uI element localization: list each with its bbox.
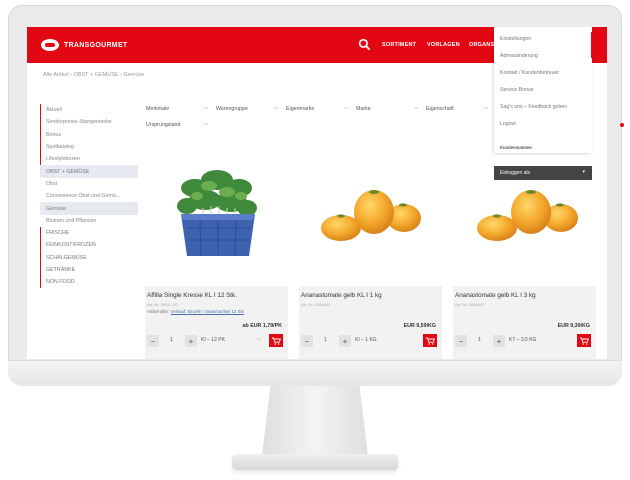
product-price: EUR 9,39/KG [557, 323, 590, 329]
product-info: Ananastomate gelb KL I 3 kg Art.-Nr. 208… [453, 286, 596, 359]
product-article-number: Art.-Nr. 2603 / 00 [147, 302, 178, 307]
sidebar-item-feinkost[interactable]: FEINKOST/FROZEN [40, 239, 138, 252]
product-info: Affilla Single Kresse KL I 12 Stk. Art.-… [145, 286, 288, 359]
filter-marke[interactable]: Marke ⌵ [356, 103, 418, 115]
filter-warengruppe[interactable]: Warengruppe ⌵ [216, 103, 278, 115]
quantity-row: − 1 + KT – 3,5 KG [453, 333, 596, 349]
nav-sortiment[interactable]: SORTIMENT [382, 42, 416, 48]
filter-label: Eigenmarke [286, 106, 315, 112]
account-dropdown: Einstellungen Adressänderung Kontakt / K… [494, 27, 593, 153]
breadcrumb[interactable]: Alle Artikel › OBST + GEMÜSE › Gemüse [43, 72, 144, 78]
menu-item-einstellungen[interactable]: Einstellungen [500, 36, 531, 42]
filter-label: Warengruppe [216, 106, 248, 112]
filter-label: Ursprungsland [146, 122, 181, 128]
search-icon[interactable] [358, 38, 371, 51]
filter-eigenmarke[interactable]: Eigenmarke ⌵ [286, 103, 348, 115]
sidebar-item-schaelgemuese[interactable]: SCHÄLGEMÜSE [40, 251, 138, 264]
product-note-link[interactable]: Verkauf: Einzeln / Stammartikel 12 Stk [171, 309, 244, 314]
sidebar-item-spotkatalog[interactable]: Spotkatalog [40, 140, 138, 154]
sidebar-item-getraenke[interactable]: GETRÄNKE [40, 263, 138, 277]
sidebar-item-frische[interactable]: FRISCHE [40, 226, 138, 240]
unit-select[interactable]: KI – 1 KG [355, 337, 377, 343]
product-info: Ananastomate gelb KL I 1 kg Art.-Nr. 208… [299, 286, 442, 359]
product-image[interactable] [145, 148, 288, 286]
sidebar-item-non-food[interactable]: NON FOOD [40, 276, 138, 289]
unit-select[interactable]: KT – 3,5 KG [509, 337, 536, 343]
product-card[interactable]: Affilla Single Kresse KL I 12 Stk. Art.-… [145, 148, 288, 359]
menu-item-logout[interactable]: Logout [500, 121, 516, 127]
cress-basket-image [177, 170, 257, 257]
chevron-down-icon: ⌵ [204, 121, 208, 127]
nav-vorlagen[interactable]: VORLAGEN [427, 42, 460, 48]
menu-item-kontakt[interactable]: Kontakt / Kundenbetreuer [500, 70, 559, 76]
sidebar-item-blumen[interactable]: Blumen und Pflanzen [40, 215, 138, 227]
indicator-dot [620, 123, 624, 127]
plus-icon[interactable]: + [339, 335, 351, 347]
logo-icon [41, 39, 59, 51]
product-article-number: Art.-Nr. 2084443 [301, 302, 331, 307]
monitor-base [232, 454, 398, 470]
cart-icon[interactable] [577, 334, 591, 347]
quantity-value[interactable]: 1 [478, 337, 481, 343]
filter-label: Merkmale [146, 106, 170, 112]
plus-icon[interactable]: + [185, 335, 197, 347]
sidebar-item-bonus[interactable]: Bonus [40, 128, 138, 141]
product-price: ab EUR 1,79/PK [242, 323, 282, 329]
chevron-down-icon: ⌵ [484, 105, 488, 111]
sidebar-item-obst-gemuese[interactable]: OBST + GEMÜSE [40, 165, 138, 178]
product-title[interactable]: Ananastomate gelb KL I 1 kg [301, 292, 382, 299]
product-article-number: Art.-Nr. 2084443 [455, 302, 485, 307]
minus-icon[interactable]: − [147, 335, 159, 347]
login-as-label: Einloggen als [500, 170, 531, 176]
minus-icon[interactable]: − [301, 335, 313, 347]
filter-label: Eigenschaft [426, 106, 454, 112]
quantity-row: − 1 + KI – 12 PK ⌵ [145, 333, 288, 349]
unit-select[interactable]: KI – 12 PK [201, 337, 225, 343]
chevron-down-icon: ⌵ [257, 336, 261, 342]
product-note: Artikel aller: Verkauf: Einzeln / Stamma… [147, 309, 244, 314]
product-card[interactable]: Ananastomate gelb KL I 1 kg Art.-Nr. 208… [299, 148, 442, 359]
chevron-down-icon: ⌵ [204, 105, 208, 111]
chevron-down-icon: ⌵ [344, 105, 348, 111]
quantity-value[interactable]: 1 [170, 337, 173, 343]
filter-merkmale[interactable]: Merkmale ⌵ [146, 103, 208, 115]
filter-eigenschaft[interactable]: Eigenschaft ⌵ [426, 103, 488, 115]
monitor-stand [262, 386, 368, 456]
minus-icon[interactable]: − [455, 335, 467, 347]
product-note-prefix: Artikel aller: [147, 309, 171, 314]
chevron-down-icon: ⌵ [414, 105, 418, 111]
quantity-row: − 1 + KI – 1 KG [299, 333, 442, 349]
sidebar-item-obst[interactable]: Obst [40, 178, 138, 190]
brand-logo[interactable]: TRANSGOURMET [41, 39, 128, 51]
nav-organs[interactable]: ORGANS [469, 42, 494, 48]
product-title[interactable]: Ananastomate gelb KL I 3 kg [455, 292, 536, 299]
sidebar-item-convenience[interactable]: Convenience Obst und Gemü... [40, 190, 138, 202]
sidebar-item-aktuell[interactable]: Aktuell [40, 104, 138, 117]
menu-item-adressaenderung[interactable]: Adressänderung [500, 53, 538, 59]
menu-item-service-bonus[interactable]: Service Bonus [500, 87, 533, 93]
monitor-chin [8, 360, 622, 386]
yellow-tomatoes-image [321, 190, 421, 241]
sidebar-item-sonderpreise[interactable]: Sonderpreise-Stangeneishe [40, 116, 138, 129]
sidebar-item-lifestyleboxen[interactable]: Lifestyleboxen [40, 153, 138, 166]
screen: TRANSGOURMET SORTIMENT VORLAGEN ORGANS A… [27, 27, 607, 359]
product-price: EUR 9,59/KG [403, 323, 436, 329]
menu-section-label: Kundennummer [500, 145, 533, 150]
product-title[interactable]: Affilla Single Kresse KL I 12 Stk. [147, 292, 237, 299]
category-sidebar: Aktuell Sonderpreise-Stangeneishe Bonus … [40, 104, 138, 289]
login-as-select[interactable]: Einloggen als ▾ [494, 166, 592, 180]
product-image[interactable] [299, 148, 442, 286]
filter-ursprungsland[interactable]: Ursprungsland ⌵ [146, 119, 208, 131]
brand-name: TRANSGOURMET [64, 41, 128, 49]
menu-item-feedback[interactable]: Sag's uns – Feedback geben [500, 104, 567, 110]
plus-icon[interactable]: + [493, 335, 505, 347]
sidebar-item-gemuese[interactable]: Gemüse [40, 202, 138, 215]
menu-accent-bar [591, 32, 593, 58]
filter-label: Marke [356, 106, 371, 112]
cart-icon[interactable] [423, 334, 437, 347]
cart-icon[interactable] [269, 334, 283, 347]
quantity-value[interactable]: 1 [324, 337, 327, 343]
chevron-down-icon: ⌵ [274, 105, 278, 111]
chevron-down-icon: ▾ [582, 169, 585, 175]
